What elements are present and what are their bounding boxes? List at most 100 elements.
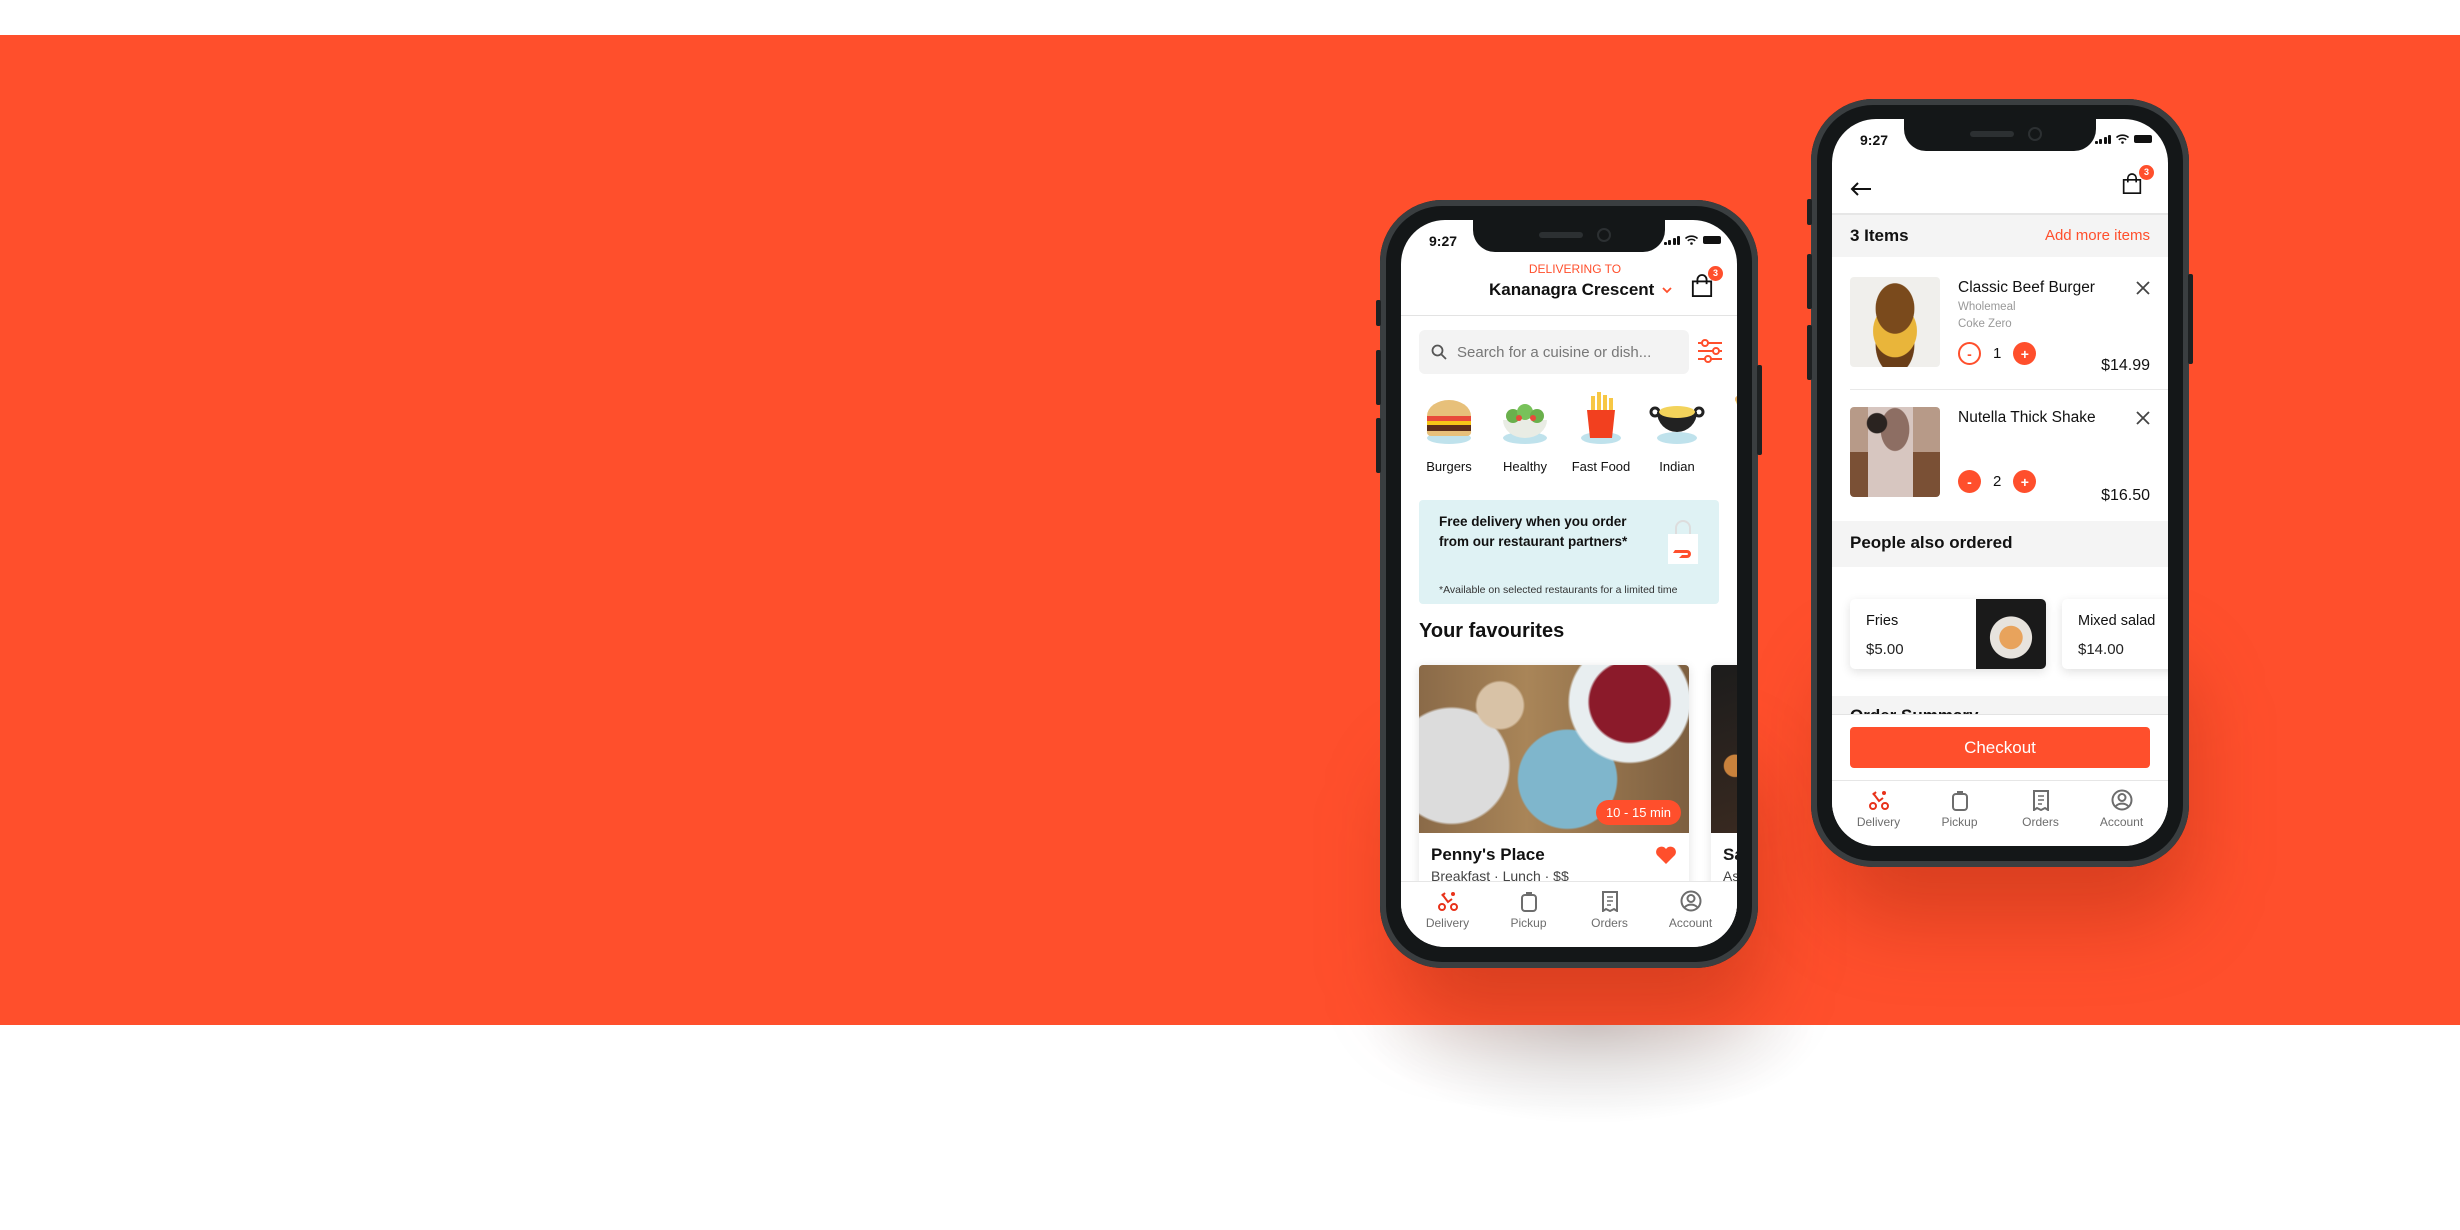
- chevron-down-icon: [1662, 287, 1672, 294]
- item-price: $14.99: [2101, 357, 2150, 374]
- restaurant-name: Sa: [1723, 845, 1737, 864]
- delivery-bike-icon: [1868, 791, 1889, 810]
- volume-up-button: [1376, 350, 1381, 405]
- receipt-icon: [1601, 891, 1618, 912]
- wifi-icon: [1685, 235, 1698, 245]
- category-indian[interactable]: Indian: [1639, 390, 1715, 474]
- receipt-icon: [2032, 790, 2049, 811]
- address-selector[interactable]: Kananagra Crescent: [1489, 280, 1672, 300]
- delivering-to-label: DELIVERING TO: [1528, 262, 1622, 276]
- tab-orders[interactable]: Orders: [1575, 890, 1645, 947]
- salad-icon: [1503, 404, 1547, 444]
- shopping-bag-icon: [2122, 173, 2142, 194]
- checkout-button[interactable]: Checkout: [1850, 727, 2150, 768]
- checkout-bar: Checkout: [1832, 714, 2168, 780]
- also-ordered-title: People also ordered: [1850, 533, 2013, 552]
- category-burgers[interactable]: Burgers: [1411, 390, 1487, 474]
- tab-orders[interactable]: Orders: [2006, 789, 2076, 846]
- burger-icon: [1426, 400, 1472, 444]
- item-name: Nutella Thick Shake: [1958, 409, 2096, 426]
- battery-icon: [2134, 135, 2152, 143]
- category-fast-food[interactable]: Fast Food: [1563, 390, 1639, 474]
- search-bar[interactable]: [1419, 330, 1689, 374]
- category-healthy[interactable]: Healthy: [1487, 390, 1563, 474]
- promo-title: Free delivery when you order from our re…: [1439, 514, 1628, 549]
- items-count: 3 Items: [1850, 226, 1909, 245]
- wifi-icon: [2116, 134, 2129, 144]
- remove-item-icon[interactable]: [2136, 281, 2150, 295]
- phone-cart: 9:27 3 3 Items Add more items Classic Be…: [1807, 99, 2193, 867]
- suggested-item-price: $14.00: [2078, 641, 2124, 658]
- increase-quantity-button[interactable]: +: [2013, 470, 2037, 493]
- address-text: Kananagra Crescent: [1489, 280, 1655, 299]
- category-pizza[interactable]: Pizza: [1715, 390, 1737, 474]
- items-bar: 3 Items Add more items: [1832, 215, 2168, 257]
- filter-icon[interactable]: [1696, 338, 1724, 364]
- tab-account[interactable]: Account: [2087, 789, 2157, 846]
- suggested-item-name: Mixed salad: [2078, 613, 2156, 629]
- home-screen: 9:27 DELIVERING TO Kananagra Crescent 3: [1401, 220, 1737, 947]
- also-ordered-list: Fries $5.00 Mixed salad $14.00: [1850, 599, 2168, 669]
- volume-down-button: [1376, 418, 1381, 473]
- quantity-stepper: - 1 +: [1958, 342, 2037, 365]
- signal-icon: [2094, 134, 2111, 144]
- signal-icon: [1663, 235, 1680, 245]
- search-icon: [1431, 344, 1447, 360]
- tab-delivery[interactable]: Delivery: [1844, 789, 1914, 846]
- decrease-quantity-button[interactable]: -: [1958, 342, 1981, 365]
- remove-item-icon[interactable]: [2136, 411, 2150, 425]
- account-icon: [1680, 890, 1701, 912]
- item-price: $16.50: [2101, 487, 2150, 504]
- tab-pickup[interactable]: Pickup: [1925, 789, 1995, 846]
- mute-switch: [1807, 199, 1812, 225]
- also-ordered-bar: People also ordered: [1832, 521, 2168, 567]
- delivery-bike-icon: [1437, 892, 1458, 911]
- pizza-icon: [1735, 396, 1737, 405]
- suggested-item-photo: [1976, 599, 2046, 669]
- cart-badge: 3: [1708, 266, 1723, 281]
- power-button: [2188, 274, 2193, 364]
- back-arrow-icon[interactable]: [1850, 181, 1872, 197]
- curry-icon: [1649, 406, 1705, 444]
- cart-badge: 3: [2139, 165, 2154, 180]
- promo-banner[interactable]: Free delivery when you order from our re…: [1419, 500, 1719, 604]
- phone-floor-shadow: [1360, 1025, 1820, 1125]
- phone-home: 9:27 DELIVERING TO Kananagra Crescent 3: [1376, 200, 1762, 968]
- item-photo: [1850, 277, 1940, 367]
- increase-quantity-button[interactable]: +: [2013, 342, 2037, 365]
- status-time: 9:27: [1429, 233, 1458, 249]
- fries-icon: [1581, 392, 1621, 444]
- notch: [1473, 220, 1665, 252]
- mute-switch: [1376, 300, 1381, 326]
- quantity-value: 2: [1993, 473, 2002, 490]
- eta-badge: 10 - 15 min: [1595, 800, 1681, 825]
- quantity-stepper: - 2 +: [1958, 470, 2037, 493]
- tab-account[interactable]: Account: [1656, 890, 1726, 947]
- cart-button[interactable]: 3: [1691, 266, 1723, 300]
- favourites-title: Your favourites: [1419, 620, 1565, 642]
- suggested-item-price: $5.00: [1866, 641, 1904, 658]
- cart-button[interactable]: 3: [2122, 165, 2154, 199]
- cart-header: 3: [1832, 159, 2168, 215]
- heart-icon[interactable]: [1655, 845, 1677, 865]
- add-more-items-link[interactable]: Add more items: [2045, 227, 2150, 244]
- cart-item: Classic Beef Burger Wholemeal Coke Zero …: [1832, 257, 2168, 389]
- tab-pickup[interactable]: Pickup: [1494, 890, 1564, 947]
- suggested-item[interactable]: Fries $5.00: [1850, 599, 2046, 669]
- tab-delivery[interactable]: Delivery: [1413, 890, 1483, 947]
- decrease-quantity-button[interactable]: -: [1958, 470, 1981, 493]
- delivery-bag-icon: [1668, 520, 1698, 564]
- bottom-tab-bar: Delivery Pickup Orders Account: [1832, 780, 2168, 846]
- suggested-item[interactable]: Mixed salad $14.00: [2062, 599, 2168, 669]
- account-icon: [2111, 789, 2132, 811]
- item-option: Wholemeal: [1958, 301, 2016, 313]
- promo-fine-print: *Available on selected restaurants for a…: [1439, 584, 1678, 596]
- search-input[interactable]: [1457, 343, 1677, 361]
- suggested-item-name: Fries: [1866, 613, 1899, 629]
- restaurant-name: Penny's Place: [1431, 845, 1545, 864]
- bottom-tab-bar: Delivery Pickup Orders Account: [1401, 881, 1737, 947]
- volume-up-button: [1807, 254, 1812, 309]
- pickup-bag-icon: [1951, 791, 1968, 811]
- category-list: Burgers Healthy Fast Food Indian Pizza: [1411, 390, 1737, 474]
- restaurant-photo: [1711, 665, 1737, 833]
